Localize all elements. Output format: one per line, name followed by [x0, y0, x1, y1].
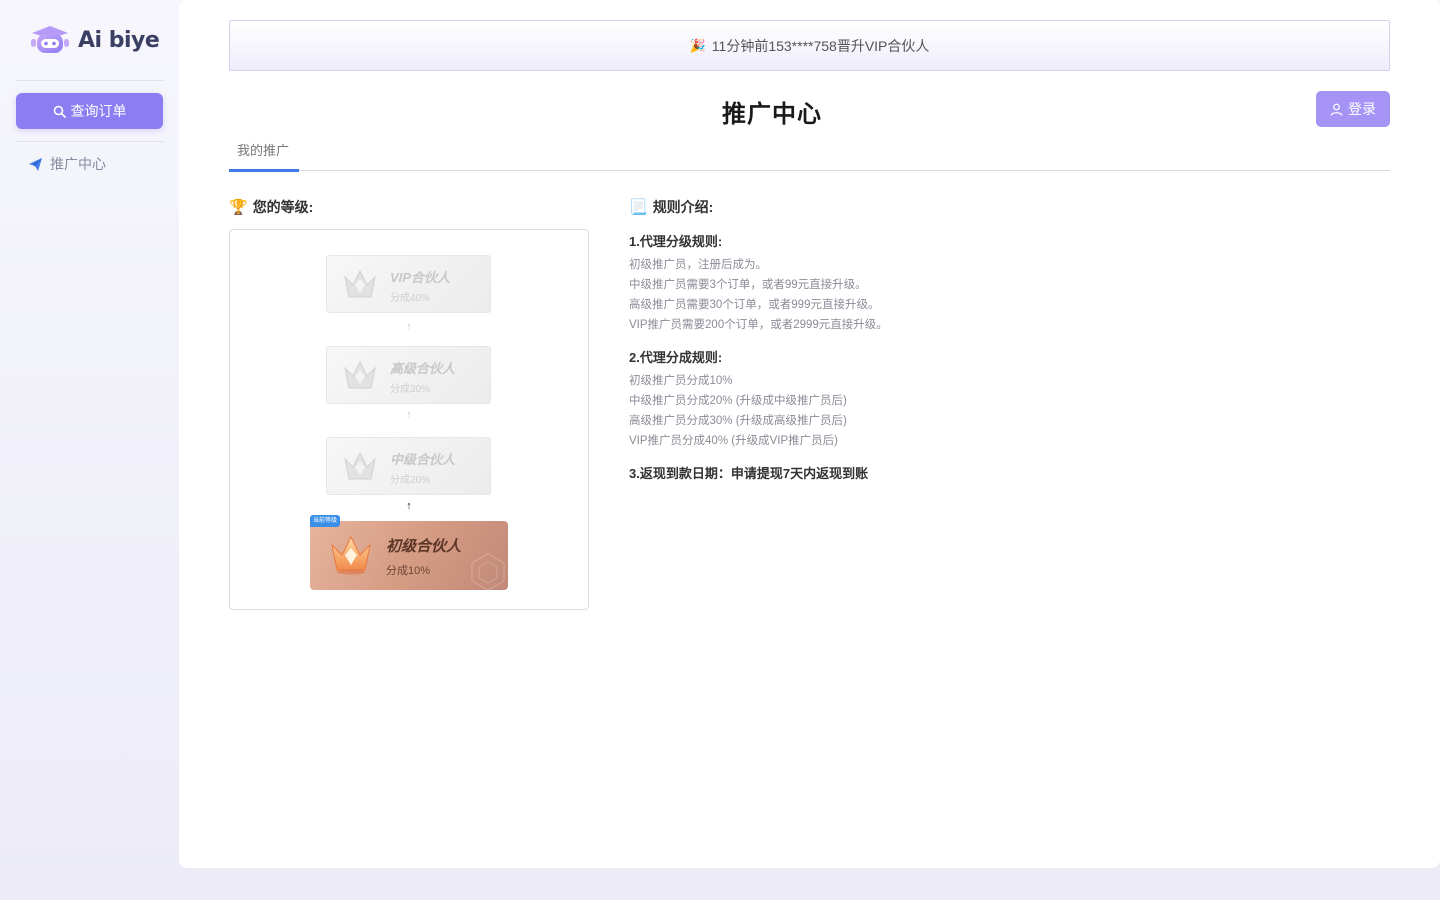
paper-plane-icon — [29, 157, 42, 171]
party-popper-icon: 🎉 — [689, 37, 706, 53]
active-tab-indicator — [229, 169, 299, 172]
tab-label: 我的推广 — [237, 143, 290, 158]
level-card-senior: 高级合伙人 分成30% — [326, 346, 491, 404]
level-arrow: ↑ — [406, 409, 412, 421]
level-share: 分成20% — [390, 475, 431, 486]
rule-line: 初级推广员，注册后成为。 — [629, 259, 767, 271]
level-card-vip: VIP合伙人 分成40% — [326, 255, 491, 313]
crown-icon — [344, 360, 376, 389]
crown-icon — [331, 535, 371, 575]
rules-section-title: 📃 规则介绍: — [629, 197, 713, 217]
tab-bar: 我的推广 — [229, 134, 1390, 172]
crown-icon — [344, 451, 376, 480]
page-title: 推广中心 — [722, 101, 822, 128]
rules-section-label: 规则介绍: — [652, 199, 714, 215]
scroll-icon: 📃 — [629, 199, 648, 216]
level-share: 分成30% — [390, 384, 431, 395]
rule-line: 中级推广员需要3个订单，或者99元直接升级。 — [629, 279, 867, 291]
sidebar-item-label: 推广中心 — [50, 156, 106, 172]
level-share: 分成40% — [390, 293, 431, 304]
robot-graduation-cap-icon — [31, 26, 69, 53]
promotion-notice-banner: 🎉 11分钟前153****758晋升VIP合伙人 — [229, 20, 1390, 71]
level-arrow: ↑ — [406, 500, 412, 512]
user-icon — [1330, 103, 1343, 116]
logo-text: Ai biye — [78, 27, 160, 53]
level-card-junior-current: 初级合伙人 分成10% — [310, 521, 508, 590]
rule-line: 初级推广员分成10% — [629, 375, 733, 387]
level-share: 分成10% — [386, 565, 431, 577]
login-label: 登录 — [1348, 101, 1376, 117]
rule-line: 高级推广员分成30% (升级成高级推广员后) — [629, 415, 847, 427]
sidebar: Ai biye 查询订单 推广中心 — [0, 0, 179, 900]
crown-icon — [344, 269, 376, 298]
search-icon — [53, 105, 66, 118]
query-orders-button[interactable]: 查询订单 — [16, 93, 163, 129]
logo[interactable]: Ai biye — [28, 24, 160, 56]
rule-line: VIP推广员分成40% (升级成VIP推广员后) — [629, 435, 838, 447]
level-name: 中级合伙人 — [390, 452, 456, 467]
rule-heading: 3.返现到款日期：申请提现7天内返现到账 — [629, 466, 869, 481]
rule-line: 中级推广员分成20% (升级成中级推广员后) — [629, 395, 847, 407]
query-orders-label: 查询订单 — [70, 103, 127, 119]
sidebar-divider — [16, 141, 164, 142]
level-ladder: VIP合伙人 分成40% ↑ 高级合伙人 分成30% ↑ 中级合伙人 分成20%… — [229, 229, 589, 610]
current-level-badge: 当前等级 — [310, 515, 341, 527]
level-section-label: 您的等级: — [252, 199, 314, 215]
hexagon-decoration — [471, 553, 505, 590]
sidebar-item-promotion-center[interactable]: 推广中心 — [28, 154, 106, 174]
notice-text: 11分钟前153****758晋升VIP合伙人 — [711, 37, 930, 54]
tab-my-promotion[interactable]: 我的推广 — [229, 134, 299, 171]
level-arrow: ↑ — [406, 321, 412, 333]
rule-heading: 1.代理分级规则: — [629, 234, 723, 249]
rule-line: VIP推广员需要200个订单，或者2999元直接升级。 — [629, 319, 888, 331]
level-name: VIP合伙人 — [390, 270, 450, 285]
rule-heading: 2.代理分成规则: — [629, 350, 723, 365]
main-panel: 🎉 11分钟前153****758晋升VIP合伙人 推广中心 登录 我的推广 🏆… — [179, 0, 1440, 868]
level-card-mid: 中级合伙人 分成20% — [326, 437, 491, 495]
level-section-title: 🏆 您的等级: — [229, 197, 313, 217]
rule-line: 高级推广员需要30个订单，或者999元直接升级。 — [629, 299, 880, 311]
sidebar-divider — [16, 80, 164, 81]
login-button[interactable]: 登录 — [1316, 91, 1390, 127]
level-name: 初级合伙人 — [386, 538, 462, 555]
trophy-icon: 🏆 — [229, 199, 248, 216]
level-name: 高级合伙人 — [390, 361, 456, 376]
